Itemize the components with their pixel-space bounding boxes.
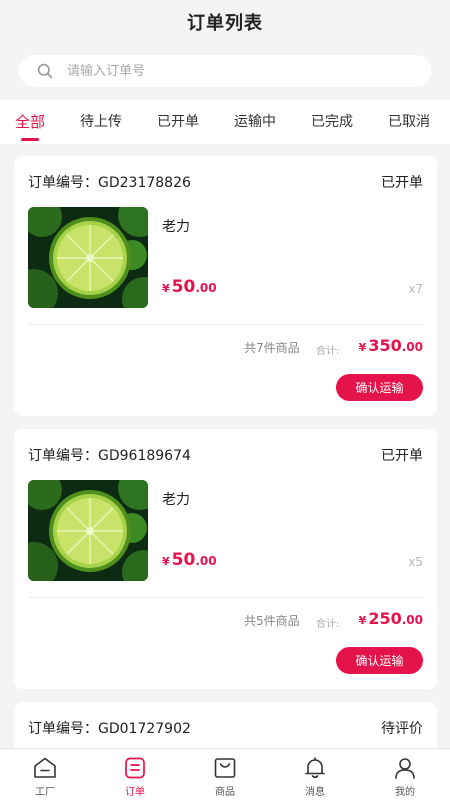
- tab-in-transit[interactable]: 运输中: [234, 100, 276, 144]
- order-card[interactable]: 订单编号：GD96189674 已开单 老力 ¥ 50.00 x5 共5件商品 …: [14, 429, 437, 689]
- order-total: ¥350.00: [359, 336, 423, 355]
- tabbar-item-profile[interactable]: 我的: [380, 755, 430, 798]
- order-number: 订单编号：GD23178826: [28, 175, 191, 191]
- item-count: 共7件商品: [244, 341, 300, 355]
- tabbar-item-messages[interactable]: 消息: [290, 755, 340, 798]
- active-tab-indicator: [21, 138, 40, 141]
- tab-completed[interactable]: 已完成: [311, 100, 353, 144]
- order-card[interactable]: 订单编号：GD23178826 已开单 老力 ¥ 50.00 x7 共7件商品 …: [14, 156, 437, 416]
- total-integer: 350: [368, 336, 402, 355]
- factory-icon: [32, 755, 58, 781]
- order-total: ¥250.00: [359, 609, 423, 628]
- order-status: 已开单: [381, 448, 423, 464]
- tab-label: 已完成: [311, 114, 353, 130]
- total-currency: ¥: [358, 341, 367, 354]
- tab-label: 待上传: [80, 114, 122, 130]
- tab-label: 已取消: [388, 114, 430, 130]
- product-name: 老力: [162, 219, 190, 235]
- order-status: 已开单: [381, 175, 423, 191]
- price-integer: 50: [171, 277, 196, 297]
- profile-icon: [392, 755, 418, 781]
- order-list[interactable]: 订单编号：GD23178826 已开单 老力 ¥ 50.00 x7 共7件商品 …: [0, 144, 450, 748]
- card-divider: [28, 597, 423, 598]
- tabbar-label: 我的: [395, 787, 415, 798]
- order-card[interactable]: 订单编号：GD01727902 待评价: [14, 702, 437, 748]
- price-integer: 50: [171, 550, 196, 570]
- tab-pending-upload[interactable]: 待上传: [80, 100, 122, 144]
- price-currency: ¥: [162, 555, 170, 568]
- total-label: 合计:: [316, 346, 340, 357]
- tabbar-label: 消息: [305, 787, 325, 798]
- tab-all[interactable]: 全部: [15, 100, 45, 144]
- bottom-tab-bar: 工厂 订单 商品 消息 我的: [0, 748, 450, 800]
- tab-cancelled[interactable]: 已取消: [388, 100, 430, 144]
- total-integer: 250: [368, 609, 402, 628]
- unit-price: ¥50.00: [162, 277, 217, 297]
- bell-icon: [302, 755, 328, 781]
- confirm-transport-button[interactable]: 确认运输: [336, 374, 423, 401]
- tab-label: 全部: [15, 113, 46, 131]
- card-divider: [28, 324, 423, 325]
- item-count: 共5件商品: [244, 614, 300, 628]
- tabbar-label: 订单: [125, 787, 145, 798]
- total-decimal: .00: [401, 340, 423, 354]
- tab-label: 已开单: [157, 114, 199, 130]
- confirm-transport-button[interactable]: 确认运输: [336, 647, 423, 674]
- total-currency: ¥: [358, 614, 367, 627]
- order-icon: [122, 755, 148, 781]
- price-decimal: .00: [195, 281, 217, 295]
- product-quantity: x7: [408, 282, 423, 296]
- order-number: 订单编号：GD96189674: [28, 448, 191, 464]
- product-image[interactable]: [28, 207, 148, 308]
- order-status: 待评价: [381, 721, 423, 737]
- search-section: [0, 44, 450, 100]
- search-icon: [37, 63, 53, 79]
- total-label: 合计:: [316, 619, 340, 630]
- tabbar-label: 工厂: [35, 787, 55, 798]
- product-quantity: x5: [408, 555, 423, 569]
- page-title: 订单列表: [187, 13, 263, 34]
- tabbar-label: 商品: [215, 787, 235, 798]
- total-decimal: .00: [401, 613, 423, 627]
- unit-price: ¥50.00: [162, 550, 217, 570]
- product-name: 老力: [162, 492, 190, 508]
- search-bar[interactable]: [19, 55, 431, 87]
- search-input[interactable]: [67, 63, 387, 79]
- tabbar-item-orders[interactable]: 订单: [110, 755, 160, 798]
- tabbar-item-goods[interactable]: 商品: [200, 755, 250, 798]
- price-decimal: .00: [195, 554, 217, 568]
- status-tabs: 全部 待上传 已开单 运输中 已完成 已取消: [0, 100, 450, 144]
- page-header: 订单列表: [0, 0, 450, 44]
- order-number: 订单编号：GD01727902: [28, 721, 191, 737]
- tab-invoiced[interactable]: 已开单: [157, 100, 199, 144]
- tab-label: 运输中: [234, 114, 276, 130]
- tabbar-item-factory[interactable]: 工厂: [20, 755, 70, 798]
- goods-bag-icon: [212, 755, 238, 781]
- price-currency: ¥: [162, 282, 170, 295]
- product-image[interactable]: [28, 480, 148, 581]
